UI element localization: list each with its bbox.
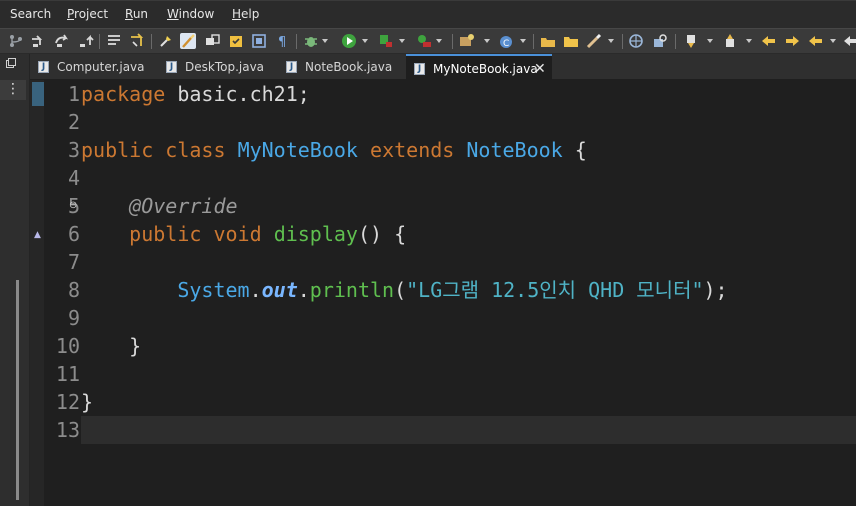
- menu-search[interactable]: Search: [10, 7, 51, 21]
- quick-diff-marker: [32, 82, 44, 106]
- forward-icon[interactable]: [808, 33, 824, 49]
- last-edit-location-icon[interactable]: [761, 33, 777, 49]
- open-type-icon[interactable]: [158, 33, 174, 49]
- block-selection-icon[interactable]: [251, 33, 267, 49]
- line-number: 10: [55, 334, 80, 358]
- new-java-class-icon[interactable]: [540, 33, 556, 49]
- java-file-icon: J: [166, 61, 177, 73]
- line-number: 6: [67, 222, 80, 246]
- line-number: 9: [67, 306, 80, 330]
- step-into-icon[interactable]: [30, 33, 46, 49]
- tab-desktop-java[interactable]: J DeskTop.java: [158, 54, 280, 80]
- tab-notebook-java[interactable]: J NoteBook.java: [278, 54, 402, 80]
- line-number: 8: [67, 278, 80, 302]
- code-line: package basic.ch21;: [81, 82, 310, 106]
- show-whitespace-icon[interactable]: ¶: [274, 33, 290, 49]
- pin-editor-icon[interactable]: [843, 33, 856, 49]
- next-annotation-icon[interactable]: [684, 33, 700, 49]
- coverage-icon[interactable]: [378, 33, 394, 49]
- code-line: }: [81, 390, 94, 414]
- line-number: 2: [67, 110, 80, 134]
- git-branch-icon[interactable]: [8, 33, 24, 49]
- drop-frame-icon[interactable]: [106, 33, 122, 49]
- menu-run[interactable]: Run: [125, 7, 148, 21]
- code-line: public class MyNoteBook extends NoteBook…: [81, 138, 587, 162]
- minimize-icon[interactable]: [6, 58, 20, 72]
- vertical-ruler: [30, 80, 44, 506]
- step-return-icon[interactable]: [78, 33, 94, 49]
- menu-project[interactable]: Project: [67, 7, 108, 21]
- external-tools-icon[interactable]: [416, 33, 432, 49]
- override-marker-icon[interactable]: ▲: [34, 230, 41, 240]
- menu-window[interactable]: Window: [167, 7, 214, 21]
- web-browser-icon[interactable]: [628, 33, 644, 49]
- current-line-highlight: [81, 416, 856, 444]
- step-over-icon[interactable]: [54, 33, 70, 49]
- java-file-icon: J: [38, 61, 49, 73]
- line-number-gutter: 1 2 3 4 5 6 7 8 9 10 11 12 13: [44, 80, 80, 506]
- new-java-package-icon[interactable]: C: [498, 33, 514, 49]
- open-task-icon[interactable]: [228, 33, 244, 49]
- side-scrollbar[interactable]: [16, 280, 19, 500]
- debug-icon[interactable]: [303, 33, 319, 49]
- close-icon[interactable]: ✕: [534, 56, 546, 82]
- use-step-filters-icon[interactable]: [129, 33, 145, 49]
- line-number: 4: [67, 166, 80, 190]
- menu-help[interactable]: Help: [232, 7, 259, 21]
- side-panel: ⋮: [0, 54, 30, 506]
- line-number: 12: [55, 390, 80, 414]
- toolbar: ¶ C: [0, 28, 856, 54]
- run-icon[interactable]: [341, 33, 357, 49]
- line-number: 1: [67, 82, 80, 106]
- new-java-project-icon[interactable]: [458, 33, 474, 49]
- svg-text:C: C: [503, 39, 509, 49]
- back-icon[interactable]: [784, 33, 800, 49]
- open-folder-icon[interactable]: [563, 33, 579, 49]
- tab-computer-java[interactable]: J Computer.java: [30, 54, 152, 80]
- line-number: 3: [67, 138, 80, 162]
- svg-text:¶: ¶: [278, 35, 286, 49]
- fold-collapse-icon[interactable]: ⊖: [69, 200, 77, 211]
- previous-annotation-icon[interactable]: [723, 33, 739, 49]
- code-area[interactable]: package basic.ch21; public class MyNoteB…: [81, 80, 856, 506]
- tab-mynotebook-java[interactable]: J MyNoteBook.java ✕: [406, 54, 552, 80]
- java-file-icon: J: [414, 63, 425, 75]
- editor-tab-bar: J Computer.java J DeskTop.java J NoteBoo…: [30, 54, 856, 80]
- code-line: public void display() {: [129, 222, 407, 246]
- line-number: 7: [67, 250, 80, 274]
- line-number: 11: [55, 362, 80, 386]
- toggle-mark-occurrences-icon[interactable]: [180, 33, 196, 49]
- menu-bar: Search Project Run Window Help: [0, 0, 856, 28]
- edit-icon[interactable]: [586, 33, 602, 49]
- toggle-breadcrumb-icon[interactable]: [205, 33, 221, 49]
- code-line: @Override: [129, 194, 238, 218]
- code-line: System.out.println("LG그램 12.5인치 QHD 모니터"…: [177, 278, 728, 302]
- java-file-icon: J: [286, 61, 297, 73]
- code-line: }: [81, 334, 142, 358]
- code-editor[interactable]: 1 2 3 4 5 6 7 8 9 10 11 12 13 ⊖ ▲ packag…: [30, 80, 856, 506]
- view-menu-button[interactable]: ⋮: [0, 80, 26, 100]
- search-icon[interactable]: [652, 33, 668, 49]
- line-number: 13: [55, 418, 80, 442]
